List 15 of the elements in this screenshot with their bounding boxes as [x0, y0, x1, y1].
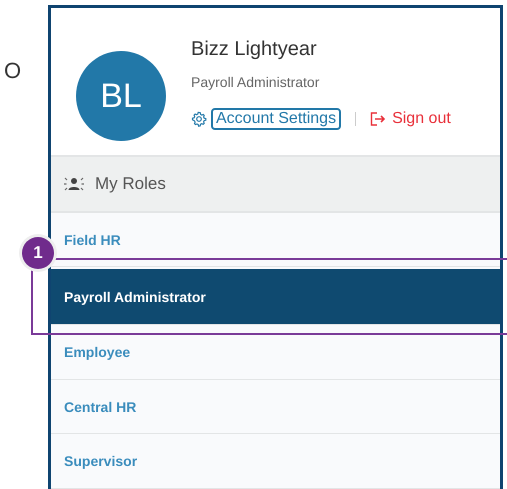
user-name: Bizz Lightyear	[191, 38, 318, 61]
role-item[interactable]: Supervisor	[51, 434, 500, 489]
role-item[interactable]: Central HR	[51, 380, 500, 434]
role-item[interactable]: Employee	[51, 325, 500, 380]
sign-out-icon	[370, 112, 386, 126]
user-role: Payroll Administrator	[191, 74, 320, 90]
settings-icon	[191, 111, 207, 127]
sign-out-link[interactable]: Sign out	[370, 110, 451, 128]
account-settings-link[interactable]: Account Settings	[211, 108, 342, 130]
background-text: O	[4, 58, 22, 84]
step-badge: 1	[22, 237, 54, 269]
role-item[interactable]: Payroll Administrator	[51, 269, 500, 326]
avatar: BL	[76, 51, 166, 141]
roles-heading: My Roles	[95, 174, 166, 194]
people-icon	[63, 175, 85, 193]
